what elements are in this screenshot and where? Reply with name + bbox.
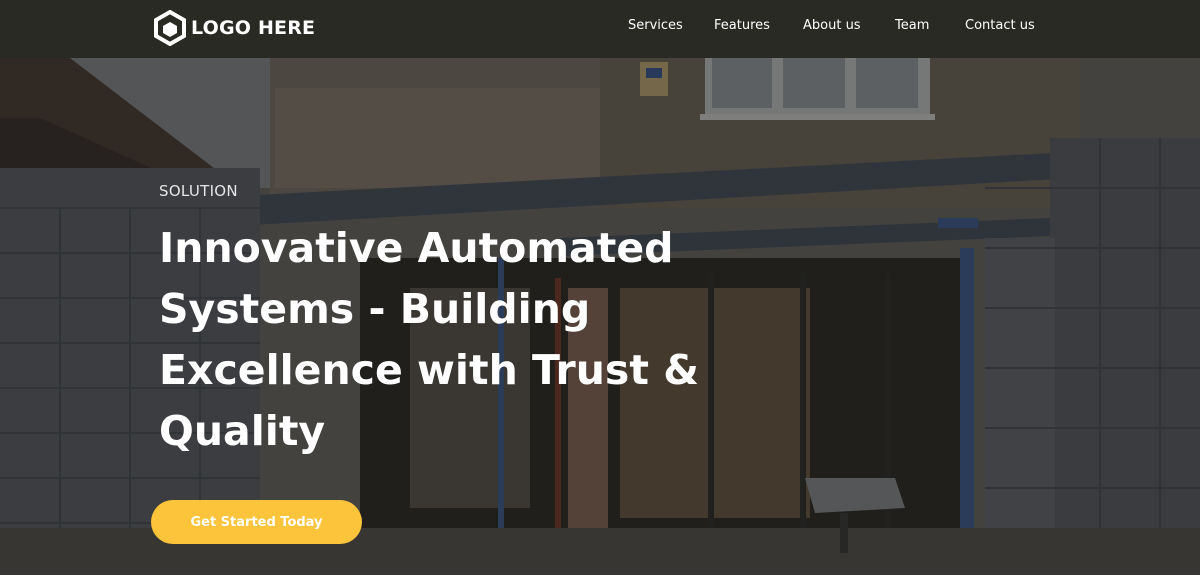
get-started-button[interactable]: Get Started Today xyxy=(151,500,362,544)
nav-link-team[interactable]: Team xyxy=(895,18,929,33)
nav-link-features[interactable]: Features xyxy=(714,18,770,33)
nav-link-about-us[interactable]: About us xyxy=(803,18,861,33)
hero-title: Innovative Automated Systems - Building … xyxy=(159,224,699,455)
logo-text: LOGO HERE xyxy=(191,17,316,39)
hero-section: SOLUTION Innovative Automated Systems - … xyxy=(0,58,1200,575)
nav-link-contact-us[interactable]: Contact us xyxy=(965,18,1035,33)
hexagon-cube-icon xyxy=(154,10,186,46)
top-navbar: LOGO HERE Services Features About us Tea… xyxy=(0,0,1200,58)
nav-link-services[interactable]: Services xyxy=(628,18,683,33)
hero-eyebrow: SOLUTION xyxy=(159,182,238,200)
logo[interactable]: LOGO HERE xyxy=(153,10,315,46)
